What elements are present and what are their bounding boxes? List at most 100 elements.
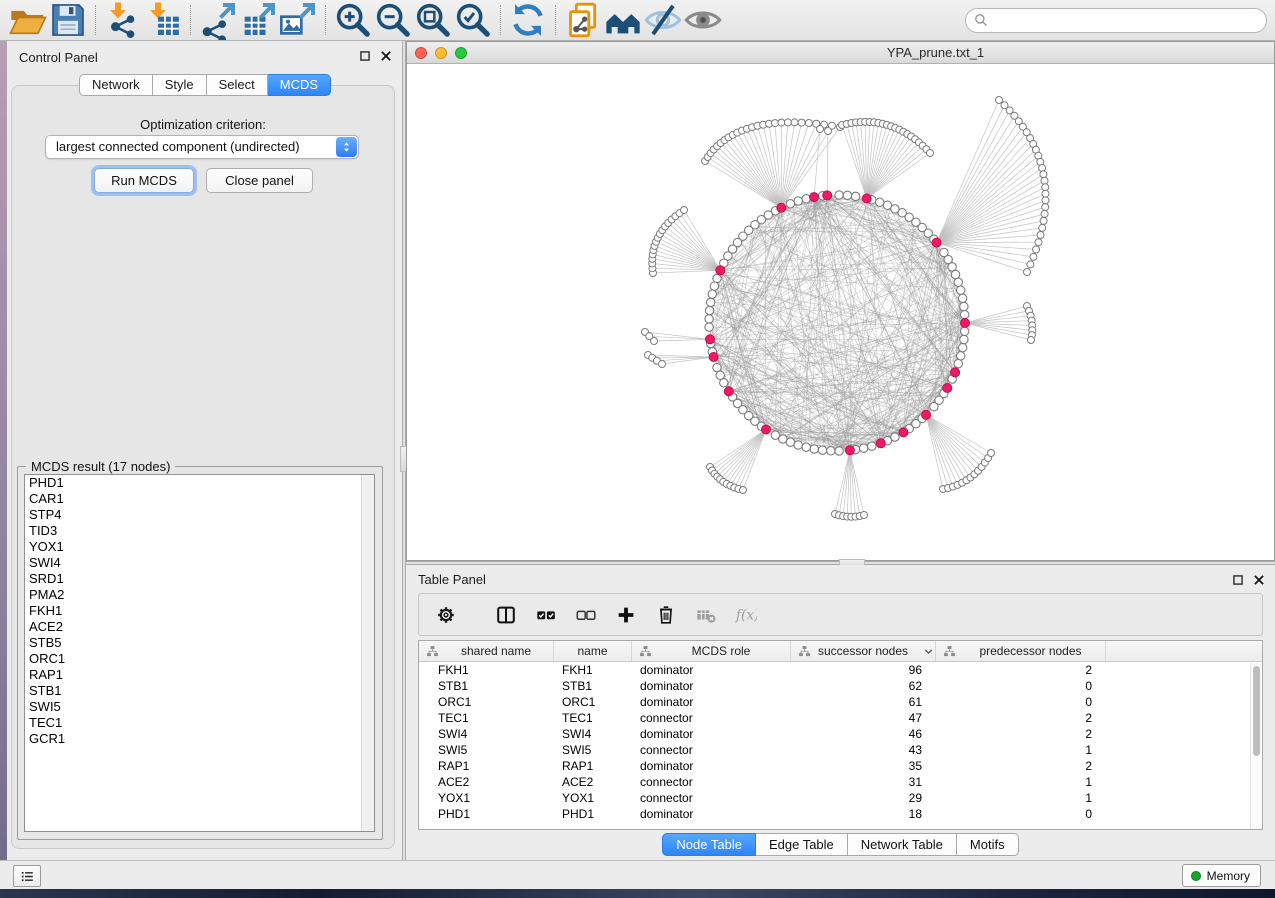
hide-selected-button[interactable] <box>643 3 683 37</box>
table-row[interactable]: PHD1PHD1dominator180 <box>419 806 1262 822</box>
cell-predecessor-nodes: 2 <box>936 726 1106 742</box>
control-panel: Control Panel Optimization criterion: la… <box>7 41 402 860</box>
tab-style[interactable]: Style <box>153 74 207 96</box>
cell-shared-name: STB1 <box>419 678 554 694</box>
mcds-result-item[interactable]: SRD1 <box>25 571 374 587</box>
select-all-rows-button[interactable] <box>529 598 563 632</box>
mcds-result-item[interactable]: FKH1 <box>25 603 374 619</box>
tab-mcds[interactable]: MCDS <box>268 74 331 96</box>
table-row[interactable]: RAP1RAP1dominator352 <box>419 758 1262 774</box>
cell-name: STB1 <box>554 678 632 694</box>
mcds-result-item[interactable]: SWI5 <box>25 699 374 715</box>
function-builder-button[interactable]: f(x) <box>729 598 763 632</box>
column-tree-icon <box>798 645 811 658</box>
table-options-gear-button[interactable] <box>429 598 463 632</box>
delete-row-button[interactable] <box>649 598 683 632</box>
table-row[interactable]: STB1STB1dominator620 <box>419 678 1262 694</box>
search-input[interactable] <box>965 8 1267 33</box>
mcds-result-item[interactable]: PHD1 <box>25 475 374 491</box>
cell-MCDS-role: connector <box>632 774 791 790</box>
open-session-button[interactable] <box>8 3 48 37</box>
window-zoom-traffic-light[interactable] <box>455 47 467 59</box>
show-all-icon <box>683 0 723 40</box>
tab-node-table[interactable]: Node Table <box>662 833 756 856</box>
column-header-name[interactable]: name <box>554 641 632 661</box>
tab-select[interactable]: Select <box>207 74 268 96</box>
add-row-button[interactable] <box>609 598 643 632</box>
mcds-result-item[interactable]: PMA2 <box>25 587 374 603</box>
table-row[interactable]: ACE2ACE2connector311 <box>419 774 1262 790</box>
mcds-result-item[interactable]: CAR1 <box>25 491 374 507</box>
import-table-button[interactable] <box>143 3 183 37</box>
criterion-dropdown[interactable]: largest connected component (undirected) <box>45 135 359 159</box>
tab-edge-table[interactable]: Edge Table <box>756 833 848 856</box>
show-all-button[interactable] <box>683 3 723 37</box>
table-row[interactable]: SWI4SWI4dominator462 <box>419 726 1262 742</box>
mcds-result-item[interactable]: STB1 <box>25 683 374 699</box>
zoom-out-button[interactable] <box>373 3 413 37</box>
mcds-result-item[interactable]: TID3 <box>25 523 374 539</box>
cell-successor-nodes: 29 <box>791 790 936 806</box>
mcds-list-scrollbar[interactable] <box>361 475 374 831</box>
float-table-panel-icon[interactable] <box>1231 573 1245 587</box>
zoom-selected-button[interactable] <box>453 3 493 37</box>
mcds-result-item[interactable]: STB5 <box>25 635 374 651</box>
delete-table-button[interactable] <box>689 598 723 632</box>
table-row[interactable]: YOX1YOX1connector291 <box>419 790 1262 806</box>
table-row[interactable]: SWI5SWI5connector431 <box>419 742 1262 758</box>
column-header-shared-name[interactable]: shared name <box>419 641 554 661</box>
toolbar-separator <box>325 5 326 35</box>
close-table-panel-icon[interactable] <box>1252 573 1266 587</box>
table-scrollbar-thumb[interactable] <box>1253 666 1260 756</box>
mcds-result-item[interactable]: TEC1 <box>25 715 374 731</box>
window-close-traffic-light[interactable] <box>415 47 427 59</box>
mcds-result-item[interactable]: ORC1 <box>25 651 374 667</box>
cell-predecessor-nodes: 0 <box>936 678 1106 694</box>
export-image-button[interactable] <box>278 3 318 37</box>
column-label: shared name <box>439 644 553 658</box>
refresh-button[interactable] <box>508 3 548 37</box>
export-network-button[interactable] <box>198 3 238 37</box>
zoom-fit-button[interactable] <box>413 3 453 37</box>
show-columns-button[interactable] <box>489 598 523 632</box>
new-network-from-selection-button[interactable] <box>563 3 603 37</box>
float-panel-icon[interactable] <box>358 49 372 63</box>
mcds-result-item[interactable]: GCR1 <box>25 731 374 747</box>
save-session-button[interactable] <box>48 3 88 37</box>
table-scrollbar[interactable] <box>1250 663 1262 829</box>
memory-button[interactable]: Memory <box>1182 864 1261 887</box>
close-panel-icon[interactable] <box>379 49 393 63</box>
network-canvas[interactable] <box>407 64 1274 560</box>
network-graph[interactable] <box>407 64 1274 560</box>
column-header-MCDS-role[interactable]: MCDS role <box>632 641 791 661</box>
deselect-all-rows-button[interactable] <box>569 598 603 632</box>
table-row[interactable]: FKH1FKH1dominator962 <box>419 662 1262 678</box>
export-table-button[interactable] <box>238 3 278 37</box>
zoom-in-button[interactable] <box>333 3 373 37</box>
table-row[interactable]: ORC1ORC1dominator610 <box>419 694 1262 710</box>
tab-network[interactable]: Network <box>79 74 153 96</box>
delete-row-icon <box>655 604 677 626</box>
column-header-predecessor-nodes[interactable]: predecessor nodes <box>936 641 1106 661</box>
tab-motifs[interactable]: Motifs <box>957 833 1019 856</box>
export-image-icon <box>278 0 318 40</box>
task-history-button[interactable] <box>13 865 41 887</box>
mcds-result-item[interactable]: YOX1 <box>25 539 374 555</box>
close-panel-button[interactable]: Close panel <box>206 168 313 193</box>
run-mcds-button[interactable]: Run MCDS <box>94 168 194 193</box>
tab-network-table[interactable]: Network Table <box>848 833 957 856</box>
mcds-result-item[interactable]: STP4 <box>25 507 374 523</box>
import-network-button[interactable] <box>103 3 143 37</box>
mcds-result-item[interactable]: RAP1 <box>25 667 374 683</box>
first-neighbors-button[interactable] <box>603 3 643 37</box>
column-header-successor-nodes[interactable]: successor nodes <box>791 641 936 661</box>
table-row[interactable]: TEC1TEC1connector472 <box>419 710 1262 726</box>
mcds-result-list[interactable]: PHD1CAR1STP4TID3YOX1SWI4SRD1PMA2FKH1ACE2… <box>24 474 375 832</box>
mcds-result-item[interactable]: SWI4 <box>25 555 374 571</box>
cell-name: PHD1 <box>554 806 632 822</box>
mcds-result-item[interactable]: ACE2 <box>25 619 374 635</box>
cell-name: TEC1 <box>554 710 632 726</box>
cell-shared-name: YOX1 <box>419 790 554 806</box>
toolbar-separator <box>500 5 501 35</box>
window-minimize-traffic-light[interactable] <box>435 47 447 59</box>
